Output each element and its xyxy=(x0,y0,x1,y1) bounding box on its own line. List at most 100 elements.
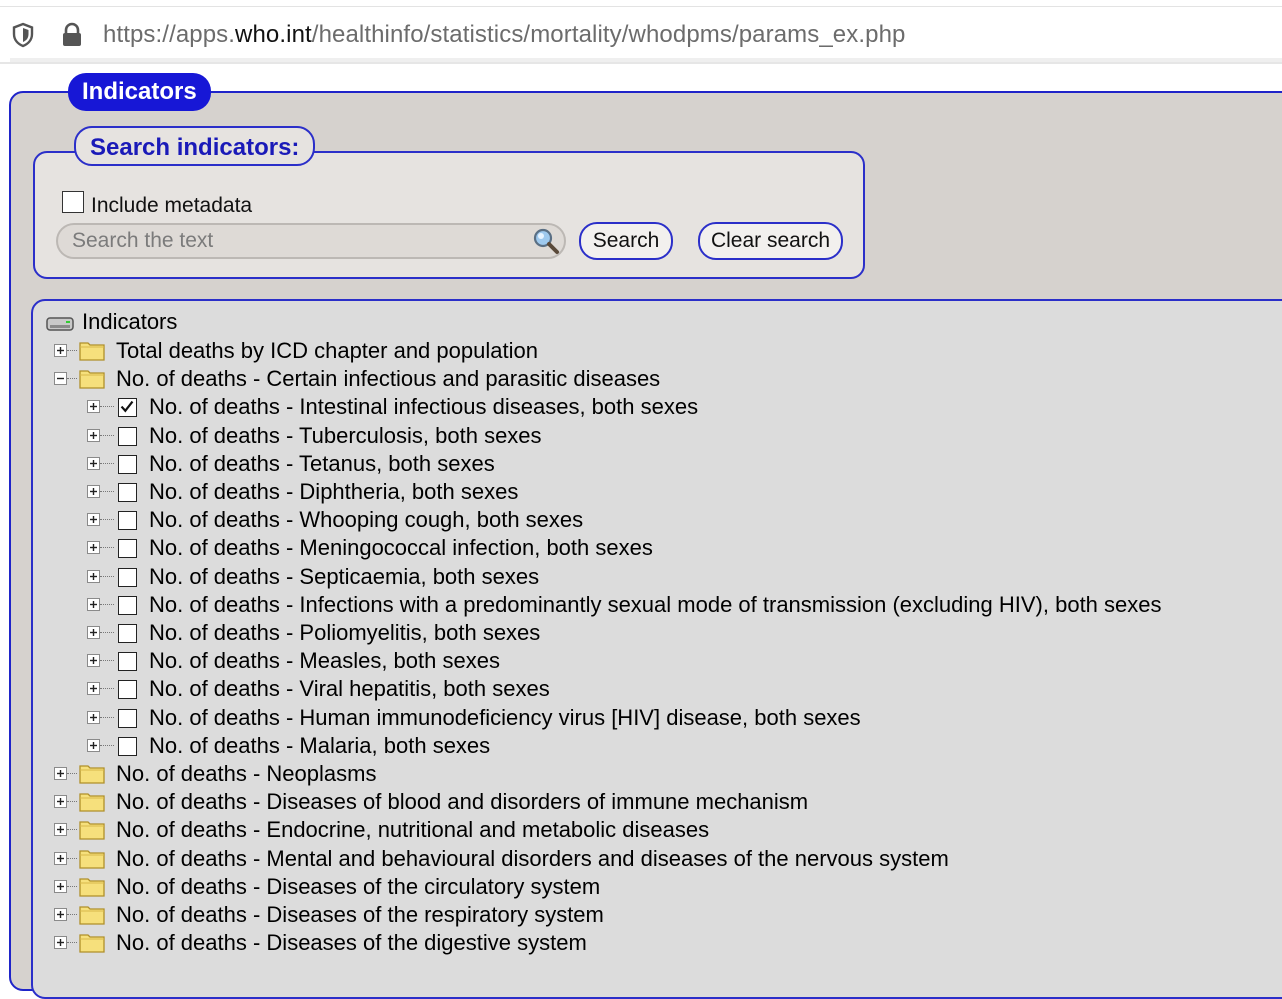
expand-icon[interactable] xyxy=(87,654,100,668)
tree-chapter-row[interactable]: No. of deaths - Certain infectious and p… xyxy=(0,365,1282,393)
collapse-icon[interactable] xyxy=(54,372,67,386)
tree-indicator-row[interactable]: No. of deaths - Meningococcal infection,… xyxy=(0,534,1282,562)
tree-indicator-row[interactable]: No. of deaths - Poliomyelitis, both sexe… xyxy=(0,619,1282,647)
search-button[interactable]: Search xyxy=(579,222,673,260)
expand-icon[interactable] xyxy=(54,879,67,893)
tree-chapter-row[interactable]: Total deaths by ICD chapter and populati… xyxy=(0,337,1282,365)
folder-icon xyxy=(79,906,105,925)
expand-icon[interactable] xyxy=(87,428,100,442)
tree-chapter-label[interactable]: No. of deaths - Certain infectious and p… xyxy=(116,365,660,393)
indicator-checkbox[interactable] xyxy=(118,398,137,418)
expand-icon[interactable] xyxy=(87,682,100,696)
tree-chapter-row[interactable]: No. of deaths - Diseases of the circulat… xyxy=(0,873,1282,901)
indicator-checkbox[interactable] xyxy=(118,567,137,587)
tree-chapter-row[interactable]: No. of deaths - Diseases of the respirat… xyxy=(0,901,1282,929)
tree-indicator-label[interactable]: No. of deaths - Meningococcal infection,… xyxy=(149,534,653,562)
search-legend: Search indicators: xyxy=(74,126,316,166)
tree-connector xyxy=(67,942,77,944)
tree-indicator-label[interactable]: No. of deaths - Malaria, both sexes xyxy=(149,732,490,760)
indicator-checkbox[interactable] xyxy=(118,680,137,700)
folder-icon xyxy=(79,793,105,812)
tree-chapter-row[interactable]: No. of deaths - Diseases of blood and di… xyxy=(0,788,1282,816)
expand-icon[interactable] xyxy=(87,626,100,639)
tree-indicator-label[interactable]: No. of deaths - Diphtheria, both sexes xyxy=(149,478,518,506)
indicator-checkbox[interactable] xyxy=(118,652,137,672)
tree-indicator-label[interactable]: No. of deaths - Tetanus, both sexes xyxy=(149,450,495,478)
tree-chapter-row[interactable]: No. of deaths - Neoplasms xyxy=(0,760,1282,788)
tree-chapter-label[interactable]: No. of deaths - Diseases of the digestiv… xyxy=(116,929,587,957)
expand-icon[interactable] xyxy=(87,485,100,498)
shield-icon[interactable] xyxy=(11,22,35,48)
tree-connector xyxy=(100,716,114,719)
expand-icon[interactable] xyxy=(87,456,100,470)
tree-indicator-row[interactable]: No. of deaths - Viral hepatitis, both se… xyxy=(0,675,1282,703)
folder-icon xyxy=(79,821,105,841)
expand-icon[interactable] xyxy=(54,767,67,780)
magnifier-icon[interactable] xyxy=(531,226,561,256)
tree-connector xyxy=(100,491,114,493)
indicator-checkbox[interactable] xyxy=(118,539,137,559)
lock-icon[interactable] xyxy=(60,22,84,48)
drive-icon xyxy=(46,317,74,331)
tree-chapter-label[interactable]: No. of deaths - Diseases of the circulat… xyxy=(116,873,600,901)
tree-connector xyxy=(100,575,114,578)
expand-icon[interactable] xyxy=(54,795,67,809)
tree-indicator-label[interactable]: No. of deaths - Septicaemia, both sexes xyxy=(149,563,539,591)
tree-indicator-label[interactable]: No. of deaths - Poliomyelitis, both sexe… xyxy=(149,619,540,647)
indicator-checkbox[interactable] xyxy=(118,426,137,446)
tree-indicator-row[interactable]: No. of deaths - Infections with a predom… xyxy=(0,591,1282,619)
tree-indicator-label[interactable]: No. of deaths - Intestinal infectious di… xyxy=(149,393,698,421)
tree-chapter-label[interactable]: No. of deaths - Mental and behavioural d… xyxy=(116,845,949,873)
indicator-checkbox[interactable] xyxy=(118,511,137,531)
indicator-checkbox[interactable] xyxy=(118,454,137,474)
include-metadata-checkbox[interactable] xyxy=(62,191,84,213)
expand-icon[interactable] xyxy=(87,710,100,724)
tree-chapter-label[interactable]: No. of deaths - Endocrine, nutritional a… xyxy=(116,816,709,844)
indicator-checkbox[interactable] xyxy=(118,595,137,615)
url-text[interactable]: https://apps.who.int/healthinfo/statisti… xyxy=(103,19,905,51)
tree-connector xyxy=(100,744,114,747)
tree-chapter-label[interactable]: No. of deaths - Diseases of blood and di… xyxy=(116,788,808,816)
tree-chapter-label[interactable]: No. of deaths - Diseases of the respirat… xyxy=(116,901,604,929)
search-input[interactable] xyxy=(56,223,566,259)
tree-chapter-row[interactable]: No. of deaths - Diseases of the digestiv… xyxy=(0,929,1282,957)
tree-indicator-row[interactable]: No. of deaths - Tetanus, both sexes xyxy=(0,450,1282,478)
tree-indicator-label[interactable]: No. of deaths - Whooping cough, both sex… xyxy=(149,506,583,534)
tree-indicator-label[interactable]: No. of deaths - Viral hepatitis, both se… xyxy=(149,675,550,703)
tree-chapter-label[interactable]: No. of deaths - Neoplasms xyxy=(116,760,376,788)
indicator-checkbox[interactable] xyxy=(118,483,137,502)
indicator-checkbox[interactable] xyxy=(118,708,137,728)
expand-icon[interactable] xyxy=(54,936,67,950)
indicator-checkbox[interactable] xyxy=(118,736,137,756)
clear-search-button[interactable]: Clear search xyxy=(698,222,843,260)
tree-chapter-label[interactable]: Total deaths by ICD chapter and populati… xyxy=(116,337,538,365)
expand-icon[interactable] xyxy=(87,541,100,555)
tree-chapter-row[interactable]: No. of deaths - Endocrine, nutritional a… xyxy=(0,816,1282,844)
expand-icon[interactable] xyxy=(54,823,67,837)
tree-indicator-row[interactable]: No. of deaths - Diphtheria, both sexes xyxy=(0,478,1282,506)
expand-icon[interactable] xyxy=(54,344,67,357)
tree-connector xyxy=(67,350,77,352)
tree-indicator-row[interactable]: No. of deaths - Whooping cough, both sex… xyxy=(0,506,1282,534)
expand-icon[interactable] xyxy=(54,908,67,921)
expand-icon[interactable] xyxy=(87,513,100,527)
folder-icon xyxy=(79,765,105,784)
expand-icon[interactable] xyxy=(54,851,67,865)
tree-indicator-row[interactable]: No. of deaths - Tuberculosis, both sexes xyxy=(0,422,1282,450)
expand-icon[interactable] xyxy=(87,597,100,611)
tree-indicator-row[interactable]: No. of deaths - Measles, both sexes xyxy=(0,647,1282,675)
expand-icon[interactable] xyxy=(87,569,100,583)
tree-connector xyxy=(100,519,114,521)
expand-icon[interactable] xyxy=(87,400,100,414)
tree-indicator-label[interactable]: No. of deaths - Measles, both sexes xyxy=(149,647,500,675)
expand-icon[interactable] xyxy=(87,738,100,752)
indicator-checkbox[interactable] xyxy=(118,624,137,643)
tree-indicator-label[interactable]: No. of deaths - Infections with a predom… xyxy=(149,591,1162,619)
tree-indicator-row[interactable]: No. of deaths - Malaria, both sexes xyxy=(0,732,1282,760)
tree-indicator-row[interactable]: No. of deaths - Septicaemia, both sexes xyxy=(0,563,1282,591)
tree-chapter-row[interactable]: No. of deaths - Mental and behavioural d… xyxy=(0,845,1282,873)
tree-indicator-label[interactable]: No. of deaths - Tuberculosis, both sexes xyxy=(149,422,542,450)
tree-indicator-label[interactable]: No. of deaths - Human immunodeficiency v… xyxy=(149,704,861,732)
tree-indicator-row[interactable]: No. of deaths - Intestinal infectious di… xyxy=(0,393,1282,421)
tree-indicator-row[interactable]: No. of deaths - Human immunodeficiency v… xyxy=(0,704,1282,732)
